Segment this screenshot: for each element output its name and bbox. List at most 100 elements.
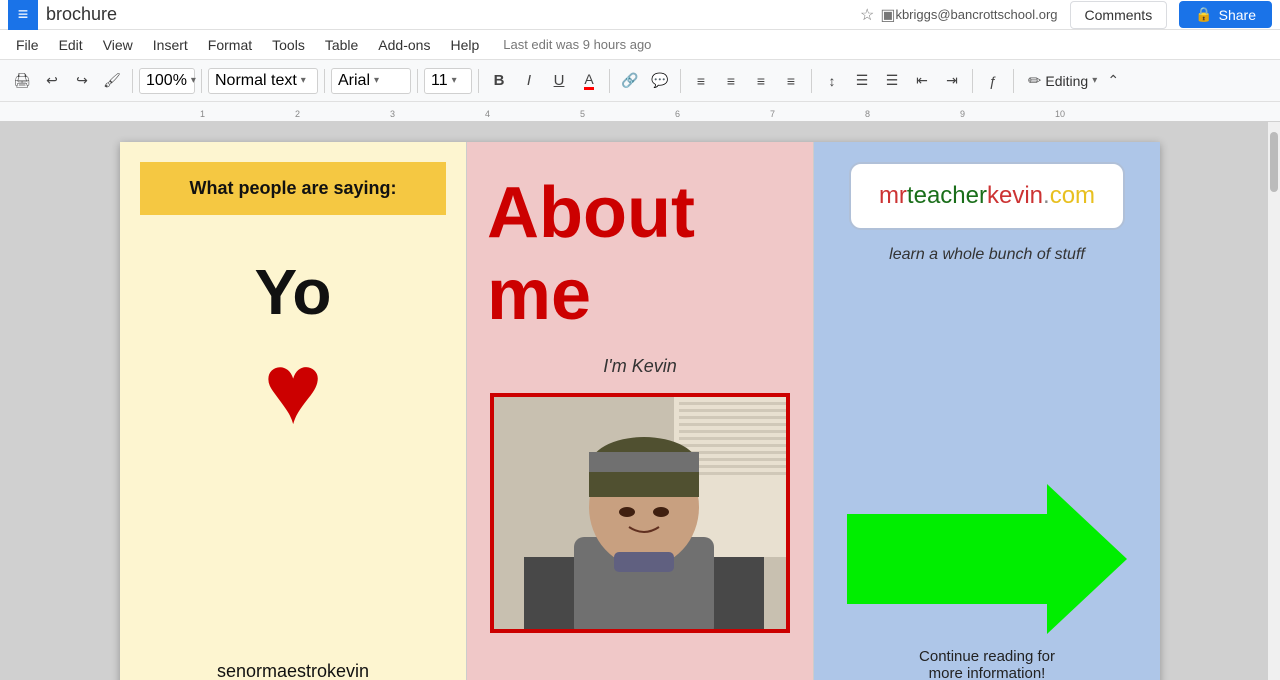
pencil-icon: ✏ <box>1028 71 1041 91</box>
menu-table[interactable]: Table <box>317 34 366 56</box>
zoom-arrow-icon: ▾ <box>191 75 196 86</box>
zoom-value: 100% <box>146 72 187 90</box>
panel-2-title: About me <box>487 172 793 336</box>
comments-button[interactable]: Comments <box>1070 1 1168 29</box>
app-icon[interactable]: ≡ <box>8 0 38 30</box>
editing-arrow-icon[interactable]: ▾ <box>1092 75 1097 86</box>
separator-3 <box>324 69 325 93</box>
redo-button[interactable]: ↪ <box>68 67 96 95</box>
align-right-button[interactable]: ≡ <box>747 67 775 95</box>
separator-9 <box>972 69 973 93</box>
editing-label[interactable]: Editing <box>1045 73 1088 89</box>
decrease-indent-button[interactable]: ⇤ <box>908 67 936 95</box>
ruler-tick: 6 <box>675 109 680 119</box>
print-button[interactable]: 🖨 <box>8 67 36 95</box>
panel-1-name-text: senormaestrokevin <box>217 661 369 680</box>
ruler-tick: 5 <box>580 109 585 119</box>
learn-text: learn a whole bunch of stuff <box>889 246 1085 264</box>
separator-1 <box>132 69 133 93</box>
paint-format-button[interactable]: 🖌 <box>98 67 126 95</box>
scrollbar-thumb[interactable] <box>1270 132 1278 192</box>
share-button[interactable]: 🔒 Share <box>1179 1 1272 28</box>
ruler-tick: 4 <box>485 109 490 119</box>
ruler-tick: 2 <box>295 109 300 119</box>
style-arrow-icon: ▾ <box>301 75 306 86</box>
panel-2: About me I'm Kevin <box>467 142 814 680</box>
heart-icon: ♥ <box>263 339 322 439</box>
menu-format[interactable]: Format <box>200 34 260 56</box>
panel-1-box-text: What people are saying: <box>189 178 396 198</box>
continue-text: Continue reading for more information! <box>919 648 1055 680</box>
separator-10 <box>1013 69 1014 93</box>
menu-view[interactable]: View <box>95 34 141 56</box>
increase-indent-button[interactable]: ⇥ <box>938 67 966 95</box>
menu-addons[interactable]: Add-ons <box>370 34 438 56</box>
text-color-button[interactable]: A <box>575 67 603 95</box>
website-box: mrteacherkevin.com <box>849 162 1124 230</box>
menu-edit[interactable]: Edit <box>51 34 91 56</box>
panel-3: mrteacherkevin.com learn a whole bunch o… <box>814 142 1160 680</box>
size-select[interactable]: 11 ▾ <box>424 68 472 94</box>
size-value: 11 <box>431 72 448 90</box>
panel-1-yo-text: Yo <box>254 255 331 329</box>
scrollbar[interactable] <box>1268 122 1280 680</box>
website-dot: . <box>1043 182 1050 209</box>
ruler: 1 2 3 4 5 6 7 8 9 10 <box>0 102 1280 122</box>
website-text: mrteacherkevin.com <box>879 182 1095 209</box>
website-mr: mr <box>879 182 907 209</box>
separator-8 <box>811 69 812 93</box>
separator-5 <box>478 69 479 93</box>
underline-button[interactable]: U <box>545 67 573 95</box>
lock-icon: 🔒 <box>1195 6 1212 23</box>
separator-2 <box>201 69 202 93</box>
separator-7 <box>680 69 681 93</box>
top-right: kbriggs@bancrottschool.org Comments 🔒 Sh… <box>895 1 1272 29</box>
ruler-tick: 7 <box>770 109 775 119</box>
website-kevin: kevin <box>987 182 1043 209</box>
folder-icon[interactable]: ▣ <box>880 5 895 25</box>
font-select[interactable]: Arial ▾ <box>331 68 411 94</box>
ruler-tick: 3 <box>390 109 395 119</box>
unordered-list-button[interactable]: ☰ <box>878 67 906 95</box>
star-icon[interactable]: ☆ <box>860 5 874 25</box>
green-arrow-svg <box>847 474 1127 644</box>
person-photo <box>494 397 786 629</box>
menu-insert[interactable]: Insert <box>145 34 196 56</box>
style-select[interactable]: Normal text ▾ <box>208 68 318 94</box>
line-spacing-button[interactable]: ↕ <box>818 67 846 95</box>
menu-tools[interactable]: Tools <box>264 34 313 56</box>
bold-button[interactable]: B <box>485 67 513 95</box>
undo-button[interactable]: ↩ <box>38 67 66 95</box>
title-icons: ☆ ▣ <box>860 5 895 25</box>
align-left-button[interactable]: ≡ <box>687 67 715 95</box>
menu-bar: File Edit View Insert Format Tools Table… <box>0 30 1280 60</box>
ruler-tick: 9 <box>960 109 965 119</box>
separator-6 <box>609 69 610 93</box>
separator-4 <box>417 69 418 93</box>
document-area: What people are saying: Yo ♥ senormaestr… <box>0 122 1280 680</box>
menu-help[interactable]: Help <box>442 34 487 56</box>
italic-button[interactable]: I <box>515 67 543 95</box>
collapse-button[interactable]: ⌃ <box>1099 67 1127 95</box>
ruler-tick: 10 <box>1055 109 1065 119</box>
ruler-tick: 8 <box>865 109 870 119</box>
menu-file[interactable]: File <box>8 34 47 56</box>
align-justify-button[interactable]: ≡ <box>777 67 805 95</box>
align-center-button[interactable]: ≡ <box>717 67 745 95</box>
last-edit-text: Last edit was 9 hours ago <box>503 37 651 52</box>
zoom-select[interactable]: 100% ▾ <box>139 68 195 94</box>
formula-button[interactable]: ƒ <box>979 67 1007 95</box>
comment-inline-button[interactable]: 💬 <box>646 67 674 95</box>
photo-frame <box>490 393 790 633</box>
doc-title: brochure <box>46 4 860 25</box>
ordered-list-button[interactable]: ☰ <box>848 67 876 95</box>
toolbar: 🖨 ↩ ↪ 🖌 100% ▾ Normal text ▾ Arial ▾ 11 … <box>0 60 1280 102</box>
editing-section: ✏ Editing ▾ <box>1028 71 1097 91</box>
link-button[interactable]: 🔗 <box>616 67 644 95</box>
panel-1: What people are saying: Yo ♥ senormaestr… <box>120 142 467 680</box>
style-value: Normal text <box>215 72 297 90</box>
photo-svg <box>494 397 790 633</box>
panel-2-subtitle: I'm Kevin <box>603 356 676 377</box>
website-com: com <box>1050 182 1095 209</box>
brochure-document: What people are saying: Yo ♥ senormaestr… <box>120 142 1160 680</box>
